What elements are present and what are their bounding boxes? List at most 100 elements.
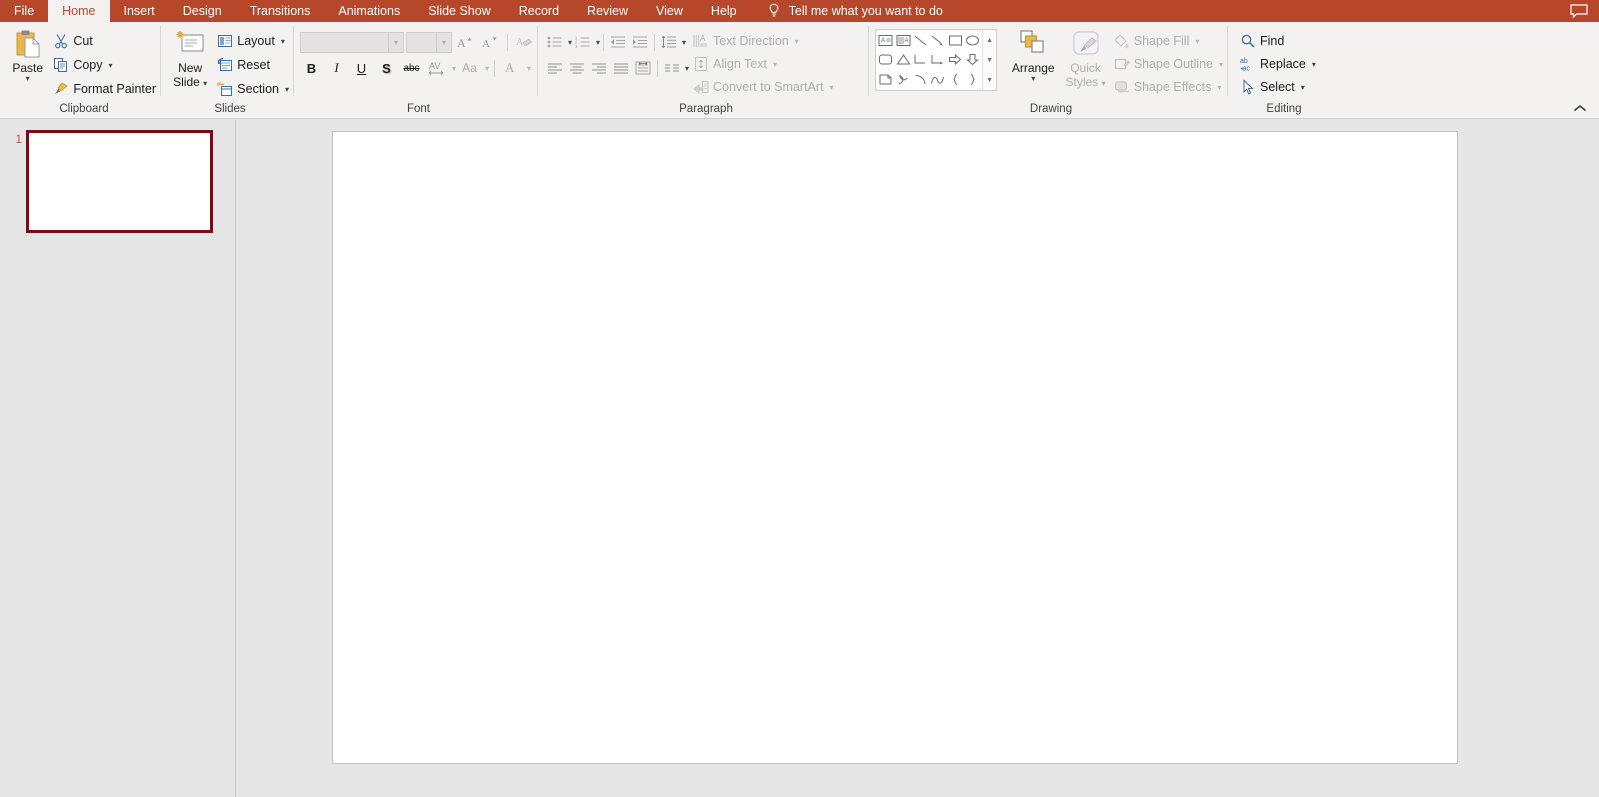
comments-button[interactable]	[1559, 0, 1599, 22]
shape-rectangle[interactable]	[946, 31, 963, 50]
numbering-button[interactable]: 1 2 3	[572, 31, 594, 53]
text-direction-caret-icon[interactable]: ▾	[795, 37, 799, 46]
justify-button[interactable]	[610, 57, 632, 79]
tab-transitions[interactable]: Transitions	[236, 0, 325, 22]
align-text-caret-icon[interactable]: ▾	[773, 60, 777, 69]
new-slide-button[interactable]: New Slide ▾	[167, 26, 213, 88]
text-direction-button[interactable]: A Text Direction ▾	[689, 30, 837, 52]
character-spacing-button[interactable]: AV	[425, 57, 448, 79]
convert-to-smartart-caret-icon[interactable]: ▾	[829, 83, 833, 92]
tab-file[interactable]: File	[0, 0, 48, 22]
tab-record[interactable]: Record	[505, 0, 573, 22]
align-center-button[interactable]	[566, 57, 588, 79]
quick-styles-caret-icon[interactable]: ▾	[1102, 79, 1106, 88]
shape-left-brace[interactable]	[946, 70, 963, 89]
shape-outline-button[interactable]: Shape Outline ▾	[1110, 53, 1227, 75]
shape-rounded-rectangle[interactable]	[877, 50, 894, 69]
clear-formatting-button[interactable]: A	[513, 31, 536, 53]
shape-elbow-connector[interactable]	[912, 50, 929, 69]
numbering-caret-icon[interactable]: ▾	[596, 38, 600, 47]
layout-button[interactable]: Layout ▾	[213, 30, 293, 52]
shape-text-box[interactable]: A	[877, 31, 894, 50]
slide-canvas[interactable]	[332, 131, 1458, 764]
character-spacing-caret-icon[interactable]: ▾	[452, 64, 456, 73]
font-name-dropdown-icon[interactable]: ▾	[388, 32, 403, 52]
shape-line[interactable]	[912, 31, 929, 50]
font-color-caret-icon[interactable]: ▾	[527, 64, 531, 73]
font-size-dropdown-icon[interactable]: ▾	[436, 32, 451, 52]
shape-arrow[interactable]	[929, 31, 946, 50]
shape-outline-caret-icon[interactable]: ▾	[1219, 60, 1223, 69]
cut-button[interactable]: Cut	[49, 30, 160, 52]
bullets-button[interactable]	[544, 31, 566, 53]
italic-button[interactable]: I	[325, 57, 348, 79]
shape-down-arrow[interactable]	[964, 50, 981, 69]
bold-button[interactable]: B	[300, 57, 323, 79]
shape-fill-button[interactable]: Shape Fill ▾	[1110, 30, 1227, 52]
select-caret-icon[interactable]: ▾	[1301, 83, 1305, 92]
shapes-gallery[interactable]: A A ▲ ▼ ▼	[875, 29, 998, 91]
format-painter-button[interactable]: Format Painter	[49, 78, 160, 100]
shape-effects-caret-icon[interactable]: ▾	[1217, 83, 1221, 92]
tab-help[interactable]: Help	[697, 0, 751, 22]
decrease-font-size-button[interactable]: A	[479, 31, 502, 53]
font-size-combobox[interactable]: ▾	[406, 31, 452, 53]
tell-me-box[interactable]: Tell me what you want to do	[767, 0, 943, 22]
change-case-caret-icon[interactable]: ▾	[485, 64, 489, 73]
increase-indent-button[interactable]	[629, 31, 651, 53]
shapes-gallery-scrollbar[interactable]: ▲ ▼ ▼	[982, 30, 997, 90]
new-slide-caret-icon[interactable]: ▾	[203, 79, 207, 88]
shape-triangle[interactable]	[894, 50, 911, 69]
more-shapes-icon[interactable]: ▼	[986, 71, 993, 89]
paste-button[interactable]: Paste ▾	[8, 26, 47, 83]
shape-fill-caret-icon[interactable]: ▾	[1195, 37, 1199, 46]
section-button[interactable]: Section ▾	[213, 78, 293, 100]
align-text-button[interactable]: Align Text ▾	[689, 53, 837, 75]
replace-caret-icon[interactable]: ▾	[1312, 60, 1316, 69]
change-case-button[interactable]: Aa	[458, 57, 481, 79]
text-shadow-button[interactable]: S	[375, 57, 398, 79]
copy-button[interactable]: Copy ▾	[49, 54, 160, 76]
align-right-button[interactable]	[588, 57, 610, 79]
collapse-ribbon-button[interactable]	[1569, 100, 1591, 116]
underline-button[interactable]: U	[350, 57, 373, 79]
shape-elbow-arrow-connector[interactable]	[929, 50, 946, 69]
shape-effects-button[interactable]: Shape Effects ▾	[1110, 76, 1227, 98]
decrease-indent-button[interactable]	[607, 31, 629, 53]
quick-styles-button[interactable]: Quick Styles ▾	[1061, 26, 1109, 88]
strikethrough-button[interactable]: abc	[400, 57, 423, 79]
align-left-button[interactable]	[544, 57, 566, 79]
shape-oval[interactable]	[964, 31, 981, 50]
copy-caret-icon[interactable]: ▾	[109, 61, 113, 70]
shape-arc[interactable]	[912, 70, 929, 89]
convert-to-smartart-button[interactable]: Convert to SmartArt ▾	[689, 76, 837, 98]
scroll-down-icon[interactable]: ▼	[986, 51, 993, 69]
find-button[interactable]: Find	[1236, 30, 1320, 52]
replace-button[interactable]: ab ac Replace ▾	[1236, 53, 1320, 75]
line-spacing-caret-icon[interactable]: ▾	[682, 38, 686, 47]
tab-insert[interactable]: Insert	[110, 0, 169, 22]
shape-right-brace[interactable]	[964, 70, 981, 89]
tab-design[interactable]: Design	[169, 0, 236, 22]
line-spacing-button[interactable]	[658, 31, 680, 53]
arrange-caret-icon[interactable]: ▾	[1031, 75, 1035, 83]
shape-right-arrow[interactable]	[946, 50, 963, 69]
tab-review[interactable]: Review	[573, 0, 642, 22]
reset-button[interactable]: Reset	[213, 54, 293, 76]
slide-thumbnail-1[interactable]	[26, 130, 213, 233]
scroll-up-icon[interactable]: ▲	[986, 31, 993, 49]
columns-button[interactable]	[661, 57, 683, 79]
tab-home[interactable]: Home	[48, 0, 110, 22]
font-name-input[interactable]	[301, 33, 388, 52]
shape-scribble[interactable]	[894, 70, 911, 89]
paste-caret-icon[interactable]: ▾	[26, 75, 30, 83]
tab-slide-show[interactable]: Slide Show	[414, 0, 505, 22]
font-size-input[interactable]	[407, 33, 436, 52]
shape-folded-corner[interactable]	[877, 70, 894, 89]
slide-thumbnail-pane[interactable]: 1	[0, 120, 236, 797]
arrange-button[interactable]: Arrange ▾	[1005, 26, 1061, 83]
shape-vertical-text-box[interactable]: A	[894, 31, 911, 50]
font-name-combobox[interactable]: ▾	[300, 31, 404, 53]
tab-view[interactable]: View	[642, 0, 697, 22]
select-button[interactable]: Select ▾	[1236, 76, 1320, 98]
